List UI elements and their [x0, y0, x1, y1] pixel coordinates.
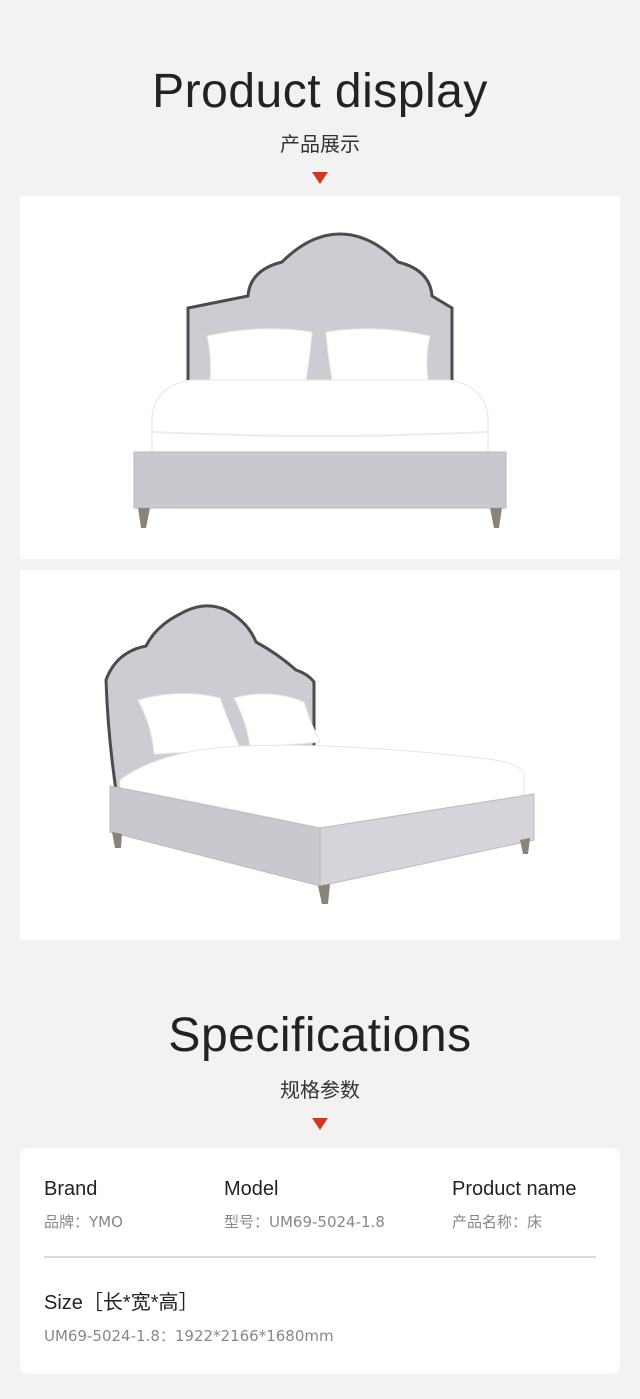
down-triangle-icon	[312, 172, 328, 184]
product-name-spec: Product name 产品名称：床	[452, 1178, 577, 1232]
down-triangle-icon	[312, 1118, 328, 1130]
size-label: Size［长*宽*高］	[44, 1292, 199, 1314]
pillow-left	[206, 328, 313, 383]
pillow-right	[325, 328, 431, 383]
size-value: UM69-5024-1.8：1922*2166*1680mm	[44, 1327, 334, 1345]
leg-front	[318, 884, 330, 904]
bed-front-photo	[20, 196, 620, 559]
model-spec: Model 型号：UM69-5024-1.8	[224, 1178, 385, 1232]
bed-angle-photo	[20, 570, 620, 940]
product-display-subtitle: 产品展示	[280, 132, 360, 156]
leg-left	[138, 508, 150, 528]
mattress	[151, 379, 489, 455]
bed-base	[133, 451, 507, 509]
product-display-title: Product display	[152, 65, 488, 118]
product-name-label: Product name	[452, 1178, 577, 1200]
model-value: 型号：UM69-5024-1.8	[224, 1213, 385, 1231]
divider	[44, 1256, 596, 1258]
size-spec: Size［长*宽*高］ UM69-5024-1.8：1922*2166*1680…	[44, 1286, 334, 1346]
product-name-value: 产品名称：床	[452, 1213, 543, 1231]
leg-right	[490, 508, 502, 528]
specifications-card: Brand 品牌：YMO Model 型号：UM69-5024-1.8 Prod…	[20, 1148, 620, 1374]
specifications-subtitle: 规格参数	[280, 1078, 360, 1102]
leg-left	[112, 832, 122, 848]
model-label: Model	[224, 1178, 279, 1200]
brand-spec: Brand 品牌：YMO	[44, 1178, 123, 1232]
specifications-title: Specifications	[168, 1009, 472, 1062]
brand-value: 品牌：YMO	[44, 1213, 123, 1231]
brand-label: Brand	[44, 1178, 98, 1200]
leg-right	[520, 838, 530, 854]
